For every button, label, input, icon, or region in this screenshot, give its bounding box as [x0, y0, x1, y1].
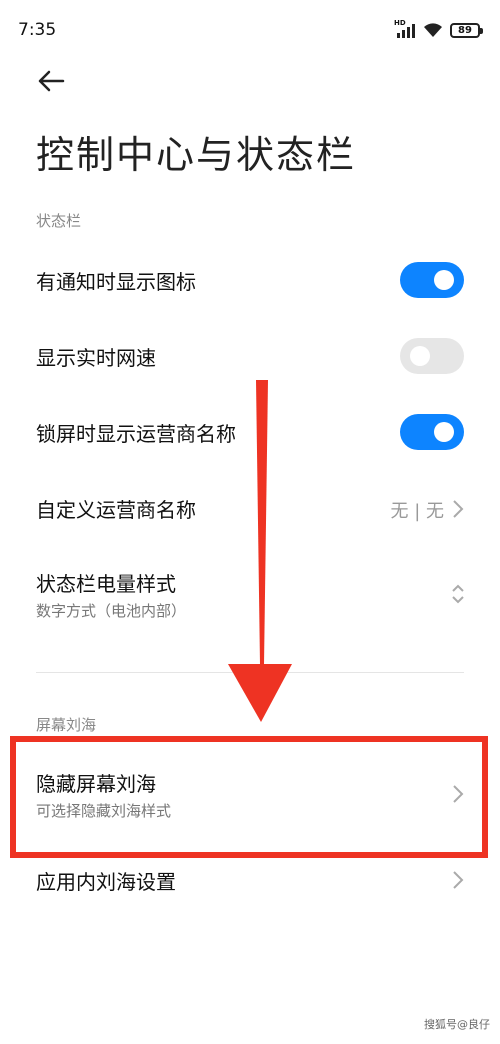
custom-carrier-value: 无 | 无: [390, 501, 444, 522]
status-bar: 7:35 HD 89: [0, 0, 500, 60]
setting-notification-icons[interactable]: 有通知时显示图标: [0, 250, 500, 310]
back-button[interactable]: [36, 66, 66, 96]
setting-custom-carrier[interactable]: 自定义运营商名称 无 | 无: [0, 478, 500, 538]
setting-lockscreen-carrier[interactable]: 锁屏时显示运营商名称: [0, 402, 500, 462]
back-arrow-icon: [38, 70, 65, 92]
signal-icon: HD: [394, 19, 416, 38]
setting-label: 锁屏时显示运营商名称: [36, 422, 236, 446]
setting-label: 状态栏电量样式: [36, 572, 176, 596]
setting-sublabel: 数字方式（电池内部）: [36, 602, 187, 620]
toggle-knob: [434, 270, 454, 290]
notification-icons-toggle[interactable]: [400, 262, 464, 298]
chevron-right-icon: [453, 871, 464, 889]
setting-label: 有通知时显示图标: [36, 270, 196, 294]
setting-battery-style[interactable]: 状态栏电量样式 数字方式（电池内部）: [0, 556, 500, 636]
setting-app-notch[interactable]: 应用内刘海设置: [0, 852, 500, 912]
status-time: 7:35: [18, 20, 57, 40]
section-header-notch: 屏幕刘海: [36, 716, 97, 734]
battery-icon: 89: [450, 22, 483, 38]
chevron-right-icon: [453, 500, 464, 518]
setting-label: 应用内刘海设置: [36, 870, 176, 894]
page-title: 控制中心与状态栏: [36, 133, 357, 177]
divider: [36, 672, 464, 673]
setting-network-speed[interactable]: 显示实时网速: [0, 326, 500, 386]
wifi-icon: [424, 23, 442, 37]
toggle-knob: [434, 422, 454, 442]
setting-label: 自定义运营商名称: [36, 498, 196, 522]
toggle-knob: [410, 346, 430, 366]
status-icons: HD 89: [394, 19, 483, 38]
lockscreen-carrier-toggle[interactable]: [400, 414, 464, 450]
chevron-up-down-icon: [452, 584, 464, 604]
highlight-box: [10, 736, 488, 858]
section-header-status-bar: 状态栏: [36, 212, 82, 230]
network-speed-toggle[interactable]: [400, 338, 464, 374]
hd-label: HD: [394, 18, 406, 27]
watermark: 搜狐号@良仔: [424, 1018, 490, 1031]
setting-label: 显示实时网速: [36, 346, 156, 370]
